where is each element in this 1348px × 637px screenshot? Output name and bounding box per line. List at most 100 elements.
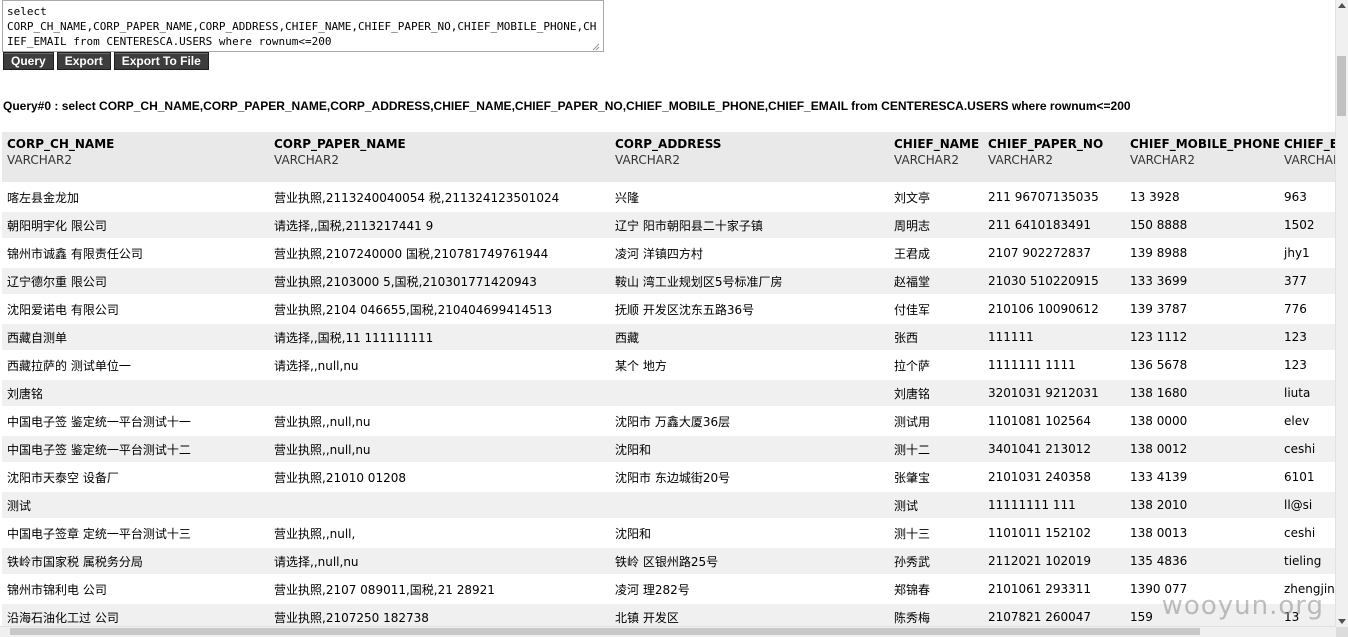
- table-cell: 377: [1279, 267, 1336, 296]
- sql-editor[interactable]: [2, 0, 604, 52]
- column-type: VARCHAR2: [988, 153, 1053, 167]
- table-cell: 139 8988: [1125, 239, 1279, 268]
- table-cell: 沈阳和: [610, 435, 889, 464]
- table-cell: 测试: [2, 491, 269, 520]
- column-header: CHIEF_MOBILE_PHONE VARCHAR2: [1125, 132, 1279, 184]
- table-row: 测试 测试 11111111 111 138 2010 ll@si: [2, 491, 1336, 520]
- table-cell: 沈阳市天泰空 设备厂: [2, 463, 269, 492]
- table-cell: 210106 10090612: [983, 295, 1125, 324]
- table-cell: 铁岭市国家税 属税务分局: [2, 547, 269, 576]
- column-type: VARCHAR2: [1130, 153, 1195, 167]
- table-cell: 喀左县金龙加: [2, 183, 269, 212]
- table-cell: 营业执照,2107240000 国税,210781749761944: [269, 239, 610, 268]
- table-row: 朝阳明宇化 限公司 请选择,,国税,2113217441 9 辽宁 阳市朝阳县二十家…: [2, 211, 1336, 240]
- table-row: 沈阳市天泰空 设备厂 营业执照,21010 01208 沈阳市 东边城街20号 张肇宝…: [2, 463, 1336, 492]
- table-row: 刘唐铭 刘唐铭 3201031 9212031 138 1680 liuta: [2, 379, 1336, 408]
- table-cell: 2101061 293311: [983, 575, 1125, 604]
- table-cell: 营业执照,2103000 5,国税,210301771420943: [269, 267, 610, 296]
- table-cell: 测试: [889, 491, 983, 520]
- vertical-scrollbar[interactable]: [1335, 0, 1348, 627]
- table-cell: 13 3928: [1125, 183, 1279, 212]
- column-header: CORP_CH_NAME VARCHAR2: [2, 132, 269, 184]
- table-cell: 营业执照,21010 01208: [269, 463, 610, 492]
- scroll-up-icon[interactable]: [1338, 3, 1346, 8]
- table-cell: 请选择,,国税,2113217441 9: [269, 211, 610, 240]
- table-cell: 铁岭 区银州路25号: [610, 547, 889, 576]
- table-cell: 营业执照,2113240040054 税,211324123501024: [269, 183, 610, 212]
- table-cell: 郑锦春: [889, 575, 983, 604]
- table-cell: 135 4836: [1125, 547, 1279, 576]
- scroll-down-icon[interactable]: [1338, 619, 1346, 624]
- table-cell: 沿海石油化工过 公司: [2, 603, 269, 627]
- query-page: Query Export Export To File Query#0 : se…: [0, 0, 1336, 627]
- table-cell: 周明志: [889, 211, 983, 240]
- table-cell: 测试用: [889, 407, 983, 436]
- table-cell: 鞍山 湾工业规划区5号标准厂房: [610, 267, 889, 296]
- table-cell: 张西: [889, 323, 983, 352]
- table-cell: 营业执照,,null,nu: [269, 407, 610, 436]
- table-row: 锦州市锦利电 公司 营业执照,2107 089011,国税,21 28921 凌河 …: [2, 575, 1336, 604]
- table-row: 西藏拉萨的 测试单位一 请选择,,null,nu 某个 地方 拉个萨 1111111 1…: [2, 351, 1336, 380]
- table-cell: 21030 510220915: [983, 267, 1125, 296]
- textarea-resize-handle[interactable]: [590, 40, 600, 51]
- table-cell: 136 5678: [1125, 351, 1279, 380]
- table-cell: 中国电子签章 定统一平台测试十三: [2, 519, 269, 548]
- table-cell: ceshi: [1279, 435, 1336, 464]
- table-cell: 西藏: [610, 323, 889, 352]
- table-cell: 1111111 1111: [983, 351, 1125, 380]
- table-cell: 辽宁德尔重 限公司: [2, 267, 269, 296]
- table-cell: jhy1: [1279, 239, 1336, 268]
- table-cell: 138 0000: [1125, 407, 1279, 436]
- table-cell: 123: [1279, 323, 1336, 352]
- table-cell: 请选择,,null,nu: [269, 547, 610, 576]
- table-cell: 锦州市锦利电 公司: [2, 575, 269, 604]
- table-cell: 测十二: [889, 435, 983, 464]
- table-cell: 兴隆: [610, 183, 889, 212]
- column-type: VARCHAR2: [1284, 153, 1336, 167]
- horizontal-scroll-thumb[interactable]: [10, 628, 1200, 635]
- table-cell: 营业执照,2104 046655,国税,210404699414513: [269, 295, 610, 324]
- table-cell: ll@si: [1279, 491, 1336, 520]
- table-cell: 139 3787: [1125, 295, 1279, 324]
- table-cell: 西藏拉萨的 测试单位一: [2, 351, 269, 380]
- export-to-file-button[interactable]: Export To File: [113, 52, 209, 70]
- table-cell: 朝阳明宇化 限公司: [2, 211, 269, 240]
- column-type: VARCHAR2: [615, 153, 680, 167]
- vertical-scroll-thumb[interactable]: [1337, 56, 1346, 116]
- table-cell: 中国电子签 鉴定统一平台测试十一: [2, 407, 269, 436]
- table-cell: 沈阳市 万鑫大厦36层: [610, 407, 889, 436]
- table-cell: 133 4139: [1125, 463, 1279, 492]
- table-cell: 营业执照,,null,nu: [269, 435, 610, 464]
- table-row: 辽宁德尔重 限公司 营业执照,2103000 5,国税,2103017714209…: [2, 267, 1336, 296]
- table-cell: 沈阳和: [610, 519, 889, 548]
- table-cell: 西藏自测单: [2, 323, 269, 352]
- column-header: CHIEF_EMAIL VARCHAR2: [1279, 132, 1336, 184]
- column-type: VARCHAR2: [274, 153, 339, 167]
- table-cell: 沈阳爱诺电 有限公司: [2, 295, 269, 324]
- table-cell: tieling: [1279, 547, 1336, 576]
- table-cell: [269, 379, 610, 408]
- table-cell: 营业执照,,null,: [269, 519, 610, 548]
- export-button[interactable]: Export: [56, 52, 111, 70]
- table-cell: 138 2010: [1125, 491, 1279, 520]
- table-cell: 营业执照,2107250 182738: [269, 603, 610, 627]
- table-cell: 锦州市诚鑫 有限责任公司: [2, 239, 269, 268]
- table-cell: 某个 地方: [610, 351, 889, 380]
- table-cell: 抚顺 开发区沈东五路36号: [610, 295, 889, 324]
- table-cell: 沈阳市 东边城街20号: [610, 463, 889, 492]
- table-cell: 211 6410183491: [983, 211, 1125, 240]
- table-row: 喀左县金龙加 营业执照,2113240040054 税,2113241235010…: [2, 183, 1336, 212]
- table-cell: 拉个萨: [889, 351, 983, 380]
- horizontal-scrollbar[interactable]: [0, 626, 1336, 637]
- table-row: 铁岭市国家税 属税务分局 请选择,,null,nu 铁岭 区银州路25号 孙秀武 211…: [2, 547, 1336, 576]
- scrollbar-corner: [1336, 627, 1348, 637]
- table-cell: 11111111 111: [983, 491, 1125, 520]
- column-header: CHIEF_NAME VARCHAR2: [889, 132, 983, 184]
- result-table: CORP_CH_NAME VARCHAR2 CORP_PAPER_NAME VARCH…: [2, 132, 1336, 627]
- column-name: CHIEF_NAME: [894, 137, 980, 151]
- table-cell: 138 1680: [1125, 379, 1279, 408]
- table-cell: 营业执照,2107 089011,国税,21 28921: [269, 575, 610, 604]
- query-button[interactable]: Query: [3, 52, 54, 70]
- table-cell: 3201031 9212031: [983, 379, 1125, 408]
- table-cell: 王君成: [889, 239, 983, 268]
